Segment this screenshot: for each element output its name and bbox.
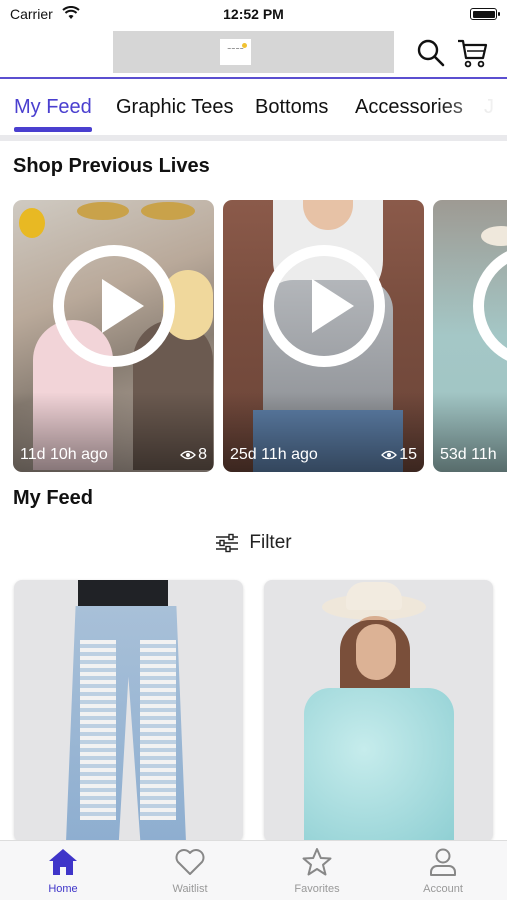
account-icon — [430, 848, 456, 876]
view-count: 15 — [381, 446, 417, 464]
live-card[interactable]: 11d 10h ago 8 — [13, 200, 214, 472]
product-card[interactable] — [14, 580, 243, 842]
tabs-fade — [437, 81, 507, 135]
nav-waitlist-label: Waitlist — [172, 883, 208, 895]
search-icon[interactable] — [415, 37, 447, 69]
nav-favorites-label: Favorites — [294, 883, 340, 895]
sliders-icon — [216, 533, 239, 553]
app-header: ~~~~ — [0, 28, 507, 79]
filter-label: Filter — [249, 532, 292, 553]
filter-button[interactable]: Filter — [215, 532, 292, 554]
play-icon[interactable] — [53, 245, 175, 367]
live-card[interactable]: 25d 11h ago 15 — [223, 200, 424, 472]
live-card[interactable]: 53d 11h — [433, 200, 507, 472]
live-time-label: 53d 11h — [440, 446, 497, 463]
bottom-nav: Home Waitlist Favorites Account — [0, 840, 507, 900]
nav-account[interactable]: Account — [393, 847, 493, 895]
brand-logo: ~~~~ — [220, 39, 251, 65]
previous-lives-title: Shop Previous Lives — [13, 155, 210, 177]
battery-icon — [470, 8, 500, 20]
view-count-value: 15 — [399, 446, 417, 463]
logo-banner[interactable]: ~~~~ — [113, 31, 394, 73]
status-bar: Carrier 12:52 PM — [0, 0, 507, 28]
nav-favorites[interactable]: Favorites — [267, 847, 367, 895]
filter-row: Filter — [0, 532, 507, 559]
home-icon — [49, 849, 77, 875]
status-time: 12:52 PM — [223, 6, 284, 22]
nav-waitlist[interactable]: Waitlist — [140, 847, 240, 895]
product-card[interactable] — [264, 580, 493, 842]
tab-my-feed[interactable]: My Feed — [14, 96, 92, 119]
view-count: 8 — [180, 446, 207, 464]
eye-icon — [180, 450, 197, 460]
live-time-label: 11d 10h ago — [20, 446, 108, 463]
tab-bottoms[interactable]: Bottoms — [255, 96, 328, 119]
tab-graphic-tees[interactable]: Graphic Tees — [116, 96, 233, 119]
feed-title: My Feed — [13, 487, 94, 509]
nav-home-label: Home — [48, 883, 78, 895]
tabs-divider — [0, 135, 507, 141]
nav-account-label: Account — [423, 883, 463, 895]
nav-home[interactable]: Home — [13, 847, 113, 895]
cart-icon[interactable] — [456, 37, 488, 69]
play-icon[interactable] — [263, 245, 385, 367]
star-icon — [302, 848, 332, 876]
heart-icon — [175, 849, 205, 875]
view-count-value: 8 — [198, 446, 207, 463]
active-tab-indicator — [14, 127, 92, 132]
live-time-label: 25d 11h ago — [230, 446, 318, 463]
eye-icon — [381, 450, 398, 460]
category-tabs: My Feed Graphic Tees Bottoms Accessories… — [0, 81, 507, 137]
